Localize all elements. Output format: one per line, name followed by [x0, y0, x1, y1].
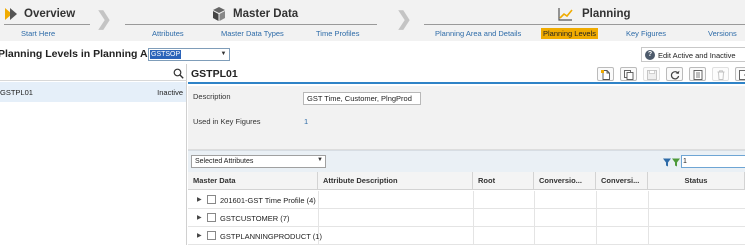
- cell-divider: [534, 191, 535, 209]
- cell-divider: [648, 209, 649, 227]
- column-header-attribute-description[interactable]: Attribute Description: [318, 172, 473, 190]
- nav-divider: [4, 24, 90, 25]
- used-in-key-figures-label: Used in Key Figures: [193, 117, 261, 126]
- refresh-icon[interactable]: [666, 67, 683, 81]
- new-document-button[interactable]: [597, 67, 614, 81]
- column-header-conversion-2[interactable]: Conversi...: [596, 172, 648, 190]
- chevron-down-icon: ▼: [317, 157, 323, 163]
- selected-attributes-select[interactable]: Selected Attributes ▼: [191, 155, 326, 168]
- row-checkbox[interactable]: [207, 213, 216, 222]
- master-data-icon: [211, 6, 227, 22]
- used-in-key-figures-link[interactable]: 1: [304, 117, 308, 126]
- planning-chart-icon: [558, 8, 573, 21]
- cell-divider: [648, 227, 649, 245]
- top-navigation: Overview Start Here ❯ Master Data Attrib…: [0, 0, 745, 41]
- nav-planning-title[interactable]: Planning: [582, 8, 631, 20]
- edit-mode-label: Edit Active and Inactive: [658, 51, 736, 60]
- row-checkbox[interactable]: [207, 195, 216, 204]
- page-title: Planning Levels in Planning Area: [0, 48, 164, 60]
- nav-master-data-title[interactable]: Master Data: [233, 8, 298, 20]
- column-header-status[interactable]: Status: [648, 172, 745, 190]
- nav-section-overview: Overview Start Here: [0, 0, 96, 41]
- delete-icon[interactable]: [712, 67, 729, 81]
- save-icon[interactable]: [643, 67, 660, 81]
- cell-divider: [473, 209, 474, 227]
- column-header-conversion-1[interactable]: Conversio...: [534, 172, 596, 190]
- selected-attributes-value: Selected Attributes: [195, 158, 254, 165]
- cell-divider: [648, 191, 649, 209]
- nav-time-profiles[interactable]: Time Profiles: [316, 29, 359, 38]
- chevron-down-icon: ▼: [220, 51, 227, 57]
- attribute-filter-bar: Selected Attributes ▼ 1: [188, 150, 745, 172]
- nav-planning-area-details[interactable]: Planning Area and Details: [435, 29, 521, 38]
- nav-master-data-types[interactable]: Master Data Types: [221, 29, 284, 38]
- nav-attributes[interactable]: Attributes: [152, 29, 184, 38]
- chevron-right-icon: ❯: [96, 9, 112, 30]
- nav-key-figures[interactable]: Key Figures: [626, 29, 666, 38]
- row-label: 201601-GST Time Profile (4): [220, 196, 316, 205]
- table-row[interactable]: ▶ GSTPLANNINGPRODUCT (1): [188, 227, 745, 245]
- column-header-root[interactable]: Root: [473, 172, 534, 190]
- nav-divider: [424, 24, 745, 25]
- planning-area-value: GSTSOP: [150, 50, 182, 59]
- cell-divider: [534, 209, 535, 227]
- edit-mode-select[interactable]: ? Edit Active and Inactive: [641, 47, 745, 62]
- column-header-master-data[interactable]: Master Data: [188, 172, 318, 190]
- row-label: GSTPLANNINGPRODUCT (1): [220, 232, 322, 241]
- expand-arrow-icon[interactable]: ▶: [197, 196, 202, 203]
- filter-input[interactable]: 1: [681, 155, 745, 168]
- detail-header: GSTPL01: [188, 64, 745, 84]
- table-row[interactable]: ▶ GSTCUSTOMER (7): [188, 209, 745, 227]
- cell-divider: [473, 191, 474, 209]
- expand-arrow-icon[interactable]: ▶: [197, 214, 202, 221]
- chevron-right-icon: ❯: [396, 9, 412, 30]
- help-icon[interactable]: ?: [645, 50, 655, 60]
- cell-divider: [318, 191, 319, 209]
- nav-section-master-data: Master Data Attributes Master Data Types…: [125, 0, 387, 41]
- nav-planning-levels[interactable]: Planning Levels: [541, 28, 598, 39]
- nav-divider: [125, 24, 377, 25]
- nav-section-planning: Planning Planning Area and Details Plann…: [424, 0, 745, 41]
- cell-divider: [596, 227, 597, 245]
- nav-versions[interactable]: Versions: [708, 29, 737, 38]
- cell-divider: [596, 191, 597, 209]
- row-label: GSTCUSTOMER (7): [220, 214, 290, 223]
- planning-level-toolbar: Planning Levels in Planning Area GSTSOP …: [0, 45, 745, 64]
- description-label: Description: [193, 92, 231, 101]
- list-item-name: GSTPL01: [0, 88, 33, 97]
- cell-divider: [473, 227, 474, 245]
- row-checkbox[interactable]: [207, 231, 216, 240]
- planning-level-list-panel: GSTPL01 Inactive: [0, 64, 187, 245]
- table-row[interactable]: ▶ 201601-GST Time Profile (4): [188, 191, 745, 209]
- planning-area-select[interactable]: GSTSOP ▼: [148, 48, 230, 61]
- overview-icon: [5, 8, 19, 20]
- detail-title: GSTPL01: [191, 68, 238, 80]
- nav-overview-title[interactable]: Overview: [24, 8, 75, 20]
- list-item[interactable]: GSTPL01 Inactive: [0, 82, 186, 102]
- expand-arrow-icon[interactable]: ▶: [197, 232, 202, 239]
- cell-divider: [318, 209, 319, 227]
- filter-icon[interactable]: [663, 158, 683, 167]
- planning-level-detail-panel: GSTPL01 Description GST Time, Customer, …: [188, 64, 745, 245]
- export-icon[interactable]: [735, 67, 745, 81]
- nav-start-here[interactable]: Start Here: [21, 29, 55, 38]
- copy-icon[interactable]: [620, 67, 637, 81]
- cell-divider: [534, 227, 535, 245]
- list-item-status: Inactive: [157, 88, 183, 97]
- description-input[interactable]: GST Time, Customer, PlngProd: [303, 92, 421, 105]
- search-icon[interactable]: [173, 68, 184, 79]
- activate-icon[interactable]: [689, 67, 706, 81]
- attribute-table: Master Data Attribute Description Root C…: [188, 172, 745, 245]
- detail-form: Description GST Time, Customer, PlngProd…: [188, 86, 745, 150]
- list-search-field[interactable]: [0, 66, 187, 81]
- cell-divider: [596, 209, 597, 227]
